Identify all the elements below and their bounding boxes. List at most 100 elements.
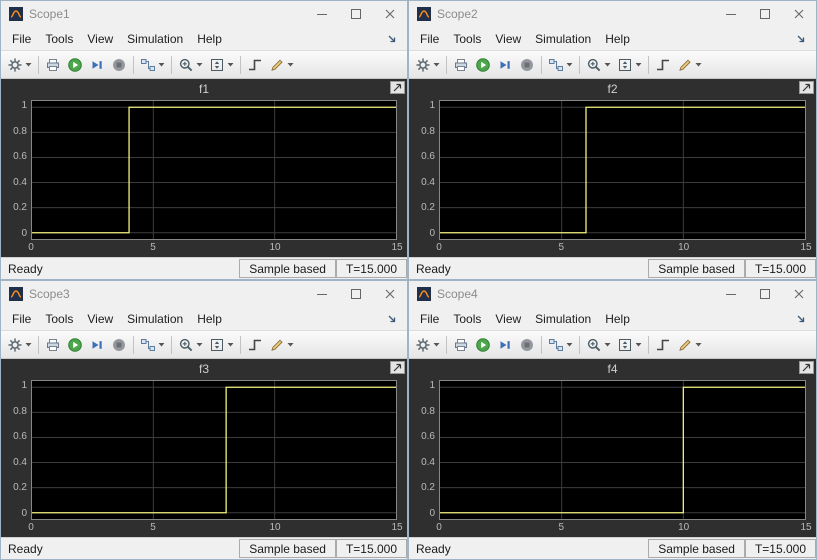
settings-button[interactable] — [4, 53, 35, 77]
measurements-pencil-icon — [269, 57, 285, 73]
menu-file[interactable]: File — [413, 29, 446, 49]
x-tick-label: 0 — [436, 522, 442, 533]
scope-window: Scope4 File Tools View Simulation Help f… — [408, 280, 817, 560]
minimize-button[interactable] — [714, 1, 748, 27]
run-button[interactable] — [64, 333, 86, 357]
maximize-axes-button[interactable] — [799, 81, 814, 94]
zoom-button[interactable] — [583, 333, 614, 357]
trigger-button[interactable] — [652, 53, 674, 77]
maximize-axes-button[interactable] — [390, 81, 405, 94]
window-controls — [305, 1, 407, 27]
minimize-icon — [317, 7, 327, 22]
trigger-button[interactable] — [652, 333, 674, 357]
menu-tools[interactable]: Tools — [38, 29, 80, 49]
maximize-button[interactable] — [748, 1, 782, 27]
zoom-button[interactable] — [583, 53, 614, 77]
plot-canvas[interactable]: 0 0.2 0.4 0.6 0.8 1 0 5 10 15 — [13, 100, 403, 253]
title-bar[interactable]: Scope3 — [1, 281, 407, 307]
run-icon — [67, 57, 83, 73]
menu-tools[interactable]: Tools — [446, 309, 488, 329]
step-forward-button[interactable] — [86, 53, 108, 77]
title-bar[interactable]: Scope4 — [409, 281, 816, 307]
plot-canvas[interactable]: 0 0.2 0.4 0.6 0.8 1 0 5 10 15 — [421, 100, 812, 253]
measurements-button[interactable] — [674, 333, 705, 357]
title-bar[interactable]: Scope1 — [1, 1, 407, 27]
signal-selector-button[interactable] — [545, 53, 576, 77]
menu-help[interactable]: Help — [598, 29, 637, 49]
stop-button[interactable] — [516, 53, 538, 77]
stop-button[interactable] — [108, 53, 130, 77]
step-forward-button[interactable] — [494, 333, 516, 357]
menu-help[interactable]: Help — [598, 309, 637, 329]
signal-selector-button[interactable] — [137, 53, 168, 77]
menu-help[interactable]: Help — [190, 309, 229, 329]
minimize-button[interactable] — [714, 281, 748, 307]
menu-file[interactable]: File — [5, 309, 38, 329]
measurements-button[interactable] — [266, 333, 297, 357]
menu-view[interactable]: View — [488, 29, 528, 49]
print-button[interactable] — [450, 333, 472, 357]
menu-simulation[interactable]: Simulation — [120, 29, 190, 49]
dock-arrow-icon[interactable] — [795, 33, 812, 45]
fit-to-view-button[interactable] — [614, 53, 645, 77]
close-button[interactable] — [373, 281, 407, 307]
maximize-button[interactable] — [339, 1, 373, 27]
menu-view[interactable]: View — [80, 29, 120, 49]
minimize-button[interactable] — [305, 1, 339, 27]
maximize-axes-button[interactable] — [390, 361, 405, 374]
menu-tools[interactable]: Tools — [446, 29, 488, 49]
settings-button[interactable] — [412, 333, 443, 357]
settings-button[interactable] — [412, 53, 443, 77]
dropdown-caret-icon — [287, 342, 294, 347]
printer-icon — [453, 57, 469, 73]
print-button[interactable] — [42, 333, 64, 357]
menu-simulation[interactable]: Simulation — [528, 309, 598, 329]
menu-view[interactable]: View — [80, 309, 120, 329]
stop-button[interactable] — [516, 333, 538, 357]
menu-tools[interactable]: Tools — [38, 309, 80, 329]
trigger-button[interactable] — [244, 333, 266, 357]
minimize-button[interactable] — [305, 281, 339, 307]
signal-selector-button[interactable] — [137, 333, 168, 357]
zoom-button[interactable] — [175, 53, 206, 77]
plot-canvas[interactable]: 0 0.2 0.4 0.6 0.8 1 0 5 10 15 — [421, 380, 812, 533]
close-button[interactable] — [782, 1, 816, 27]
maximize-button[interactable] — [339, 281, 373, 307]
menu-view[interactable]: View — [488, 309, 528, 329]
zoom-button[interactable] — [175, 333, 206, 357]
dock-arrow-icon[interactable] — [386, 313, 403, 325]
close-button[interactable] — [373, 1, 407, 27]
maximize-axes-button[interactable] — [799, 361, 814, 374]
run-button[interactable] — [64, 53, 86, 77]
dock-arrow-icon[interactable] — [386, 33, 403, 45]
zoom-in-icon — [586, 57, 602, 73]
settings-button[interactable] — [4, 333, 35, 357]
run-button[interactable] — [472, 53, 494, 77]
fit-to-view-button[interactable] — [614, 333, 645, 357]
measurements-button[interactable] — [266, 53, 297, 77]
dock-arrow-icon[interactable] — [795, 313, 812, 325]
step-forward-button[interactable] — [86, 333, 108, 357]
plot-canvas[interactable]: 0 0.2 0.4 0.6 0.8 1 0 5 10 15 — [13, 380, 403, 533]
stop-button[interactable] — [108, 333, 130, 357]
close-icon — [794, 287, 804, 302]
dropdown-caret-icon — [196, 342, 203, 347]
print-button[interactable] — [450, 53, 472, 77]
title-bar[interactable]: Scope2 — [409, 1, 816, 27]
trigger-button[interactable] — [244, 53, 266, 77]
menu-simulation[interactable]: Simulation — [528, 29, 598, 49]
menu-file[interactable]: File — [5, 29, 38, 49]
menu-help[interactable]: Help — [190, 29, 229, 49]
fit-to-view-button[interactable] — [206, 53, 237, 77]
menu-simulation[interactable]: Simulation — [120, 309, 190, 329]
step-forward-button[interactable] — [494, 53, 516, 77]
print-button[interactable] — [42, 53, 64, 77]
close-button[interactable] — [782, 281, 816, 307]
maximize-button[interactable] — [748, 281, 782, 307]
x-tick-label: 15 — [391, 522, 403, 533]
signal-selector-button[interactable] — [545, 333, 576, 357]
measurements-button[interactable] — [674, 53, 705, 77]
run-button[interactable] — [472, 333, 494, 357]
menu-file[interactable]: File — [413, 309, 446, 329]
fit-to-view-button[interactable] — [206, 333, 237, 357]
